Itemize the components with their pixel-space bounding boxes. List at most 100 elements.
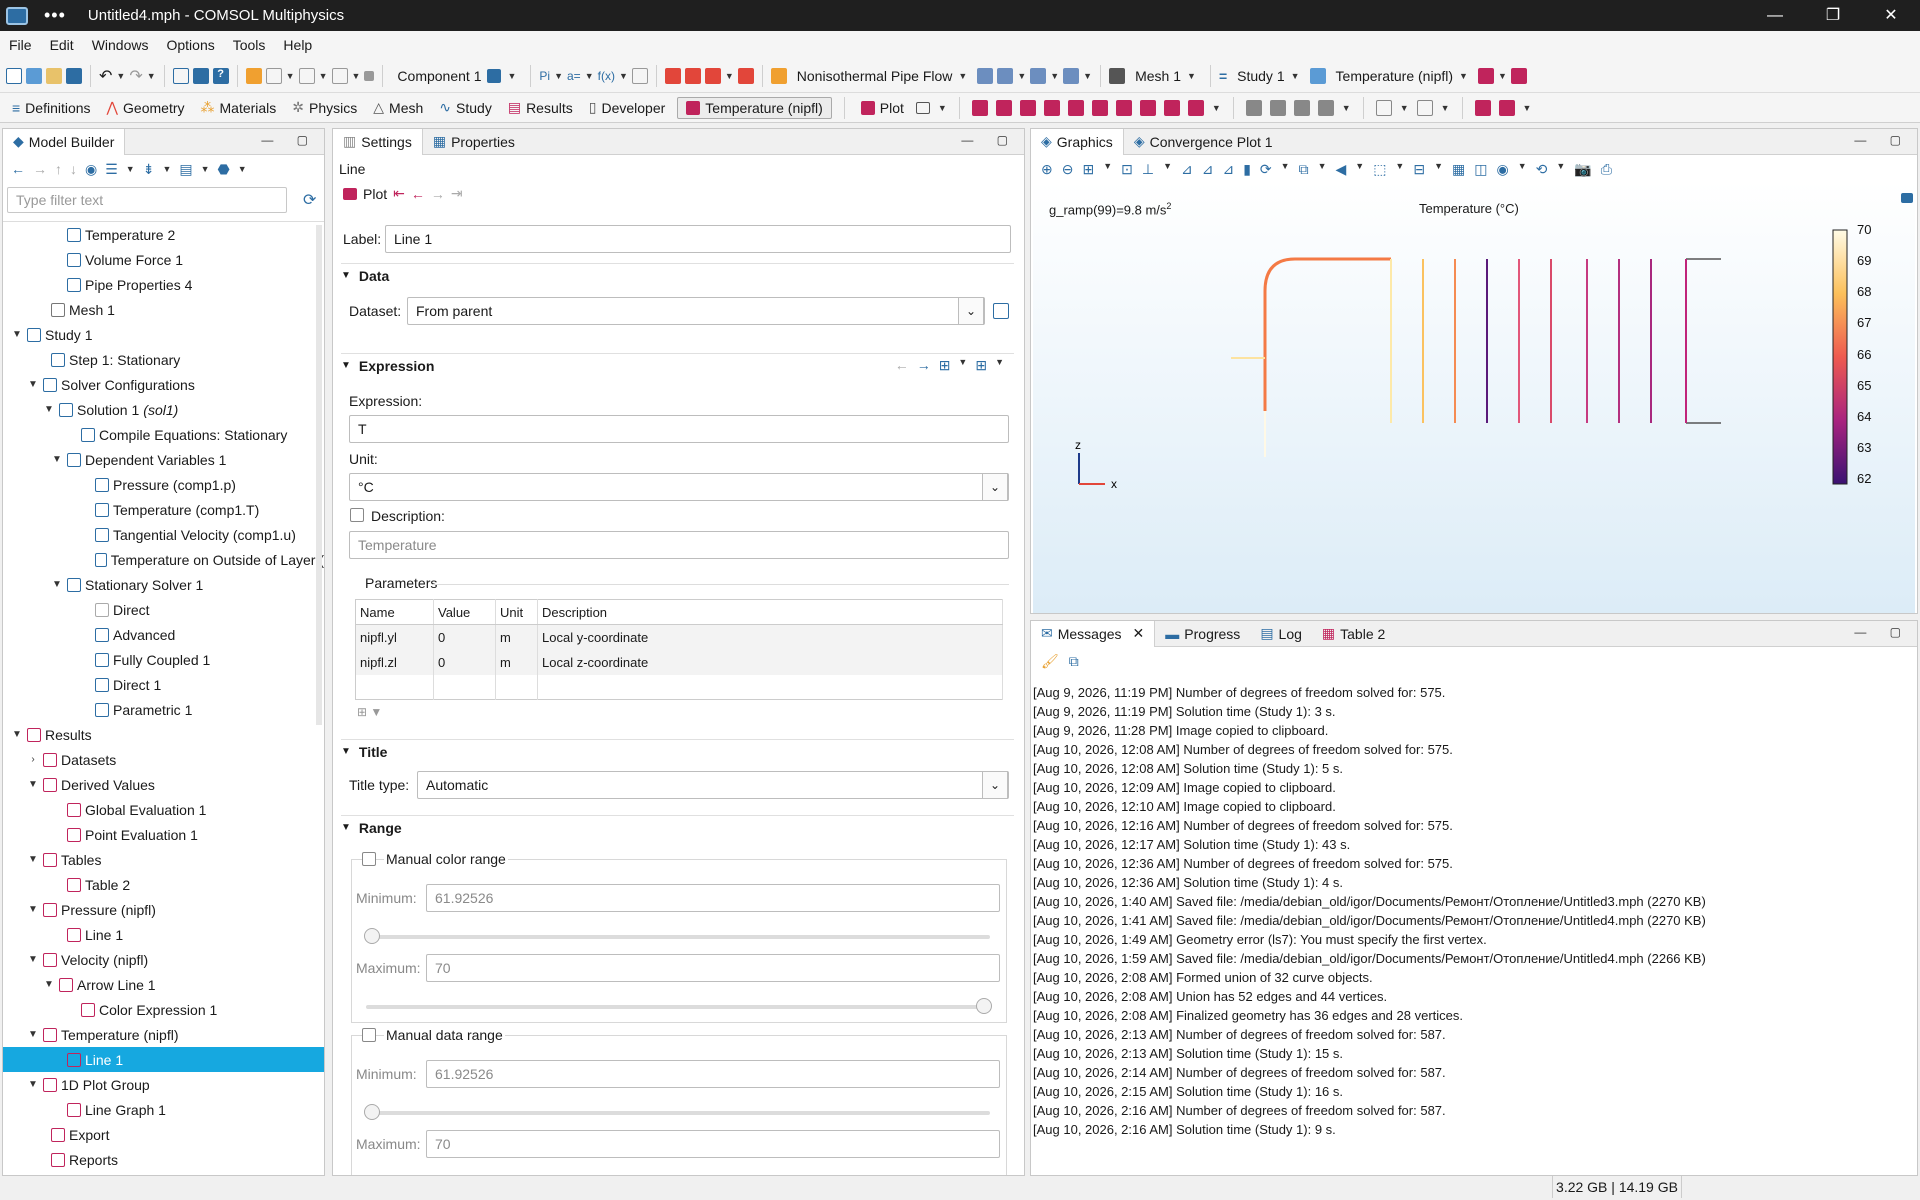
window-icon[interactable] xyxy=(172,67,189,84)
minimize-button[interactable]: — xyxy=(1746,0,1804,31)
redo-icon[interactable]: ↷ xyxy=(129,66,142,86)
mesh-build-icon[interactable] xyxy=(737,67,754,84)
build-all-icon[interactable] xyxy=(664,67,681,84)
rotate-icon[interactable]: ⟳ xyxy=(1260,161,1272,178)
export-image-icon[interactable] xyxy=(1245,99,1262,116)
color-min-field[interactable]: 61.92526 xyxy=(426,884,1000,912)
chevron-down-icon[interactable]: ▼ xyxy=(27,954,39,965)
last-icon[interactable]: ⇥ xyxy=(451,185,463,202)
select-all-icon[interactable]: ⊿ xyxy=(1181,161,1193,178)
graphics-panel-controls[interactable]: — ▢ xyxy=(1854,133,1911,147)
clear-icon[interactable]: 🖌 xyxy=(1041,653,1059,670)
tree-node[interactable]: › Datasets xyxy=(3,747,324,772)
tree-node[interactable]: Temperature 2 xyxy=(3,222,324,247)
chevron-down-icon[interactable]: ▼ xyxy=(51,579,63,590)
plot-link[interactable]: Plot xyxy=(363,186,387,202)
select-icon[interactable] xyxy=(1416,99,1433,116)
first-icon[interactable]: ⇤ xyxy=(393,185,405,202)
tree-node[interactable]: ▼ Dependent Variables 1 xyxy=(3,447,324,472)
scene-light-icon[interactable]: ◉ xyxy=(1496,161,1508,178)
zoom-in-icon[interactable]: ⊕ xyxy=(1041,161,1053,178)
arrow-plot-icon[interactable] xyxy=(1019,99,1036,116)
variables-icon[interactable]: a= xyxy=(567,69,581,83)
tree-node[interactable]: Parametric 1 xyxy=(3,697,324,722)
range-section-header[interactable]: ▼ Range xyxy=(341,815,1014,839)
manual-color-range-checkbox[interactable] xyxy=(362,852,376,866)
tree-node[interactable]: Table 2 xyxy=(3,872,324,897)
select-box-icon[interactable]: ⊿ xyxy=(1222,161,1234,178)
streamline-plot-icon[interactable] xyxy=(1067,99,1084,116)
filter-input[interactable]: Type filter text xyxy=(7,187,287,213)
tab-results[interactable]: ▤ Results xyxy=(504,99,577,116)
compute-icon[interactable]: = xyxy=(1219,68,1227,84)
functions-icon[interactable]: f(x) xyxy=(598,69,615,83)
menu-tools[interactable]: Tools xyxy=(224,37,275,53)
tree-node[interactable]: Direct 1 xyxy=(3,672,324,697)
tree-node[interactable]: Color Expression 1 xyxy=(3,997,324,1022)
physics-edge-icon[interactable] xyxy=(1063,67,1080,84)
menu-file[interactable]: File xyxy=(0,37,41,53)
close-button[interactable]: ✕ xyxy=(1862,0,1920,31)
dataset-select[interactable]: From parent ⌄ xyxy=(407,297,985,325)
chevron-down-icon[interactable]: ▼ xyxy=(27,1029,39,1040)
line-plot-icon[interactable] xyxy=(995,99,1012,116)
refresh-view-icon[interactable]: ⟲ xyxy=(1536,161,1548,178)
description-field[interactable]: Temperature xyxy=(349,531,1009,559)
tree-node[interactable]: Temperature on Outside of Layer ( xyxy=(3,547,324,572)
tools-icon[interactable] xyxy=(1375,99,1392,116)
tab-study[interactable]: ∿ Study xyxy=(435,99,496,116)
tree-scrollbar[interactable] xyxy=(316,225,322,725)
chevron-down-icon[interactable]: ▼ xyxy=(27,904,39,915)
expression-tools[interactable]: ← → ⊞ ▼ ⊞ ▼ xyxy=(895,357,1004,374)
data-max-field[interactable]: 70 xyxy=(426,1130,1000,1158)
physics-domain-icon[interactable] xyxy=(997,67,1014,84)
tree-node[interactable]: Volume Force 1 xyxy=(3,247,324,272)
report-icon[interactable] xyxy=(1510,67,1527,84)
open-folder-icon[interactable] xyxy=(46,67,62,84)
tab-developer[interactable]: ▯ Developer xyxy=(585,99,670,116)
tree-node[interactable]: Step 1: Stationary xyxy=(3,347,324,372)
study-selector[interactable]: Study 1 ▼ xyxy=(1231,68,1305,84)
unit-select[interactable]: °C ⌄ xyxy=(349,473,1009,501)
zoom-box-icon[interactable]: ⊞ xyxy=(1082,161,1094,178)
animation-icon[interactable] xyxy=(1269,99,1286,116)
tab-geometry[interactable]: ⋀ Geometry xyxy=(103,99,189,116)
back-icon[interactable]: ← xyxy=(11,161,25,177)
panel-controls[interactable]: — ▢ xyxy=(261,133,318,147)
table-icon[interactable] xyxy=(1293,99,1310,116)
tab-mesh[interactable]: △ Mesh xyxy=(369,99,427,116)
tree-node[interactable]: ▼ Solver Configurations xyxy=(3,372,324,397)
color-expression-icon[interactable] xyxy=(1187,99,1204,116)
move-up-icon[interactable]: ↑ xyxy=(55,161,62,177)
chevron-down-icon[interactable]: ▼ xyxy=(27,779,39,790)
copy-messages-icon[interactable]: ⧉ xyxy=(1069,653,1079,670)
deformation-icon[interactable] xyxy=(1139,99,1156,116)
tab-settings[interactable]: ▥ Settings xyxy=(333,128,423,155)
tab-messages[interactable]: ✉ Messages ✕ xyxy=(1031,620,1156,647)
chevron-down-icon[interactable]: ▼ xyxy=(27,1079,39,1090)
camera-icon[interactable]: 📷 xyxy=(1574,161,1591,178)
go-to-source-icon[interactable] xyxy=(993,303,1009,319)
data-section-header[interactable]: ▼ Data xyxy=(341,263,1014,287)
physics-settings-icon[interactable] xyxy=(977,67,994,84)
save-icon[interactable] xyxy=(66,67,82,84)
physics-boundary-icon[interactable] xyxy=(1030,67,1047,84)
chevron-down-icon[interactable]: ▼ xyxy=(27,854,39,865)
plot-small-icon[interactable] xyxy=(343,187,357,200)
paste-icon[interactable] xyxy=(298,67,315,84)
layout-icon[interactable] xyxy=(1498,99,1515,116)
tree-node[interactable]: ▼ Velocity (nipfl) xyxy=(3,947,324,972)
table-row[interactable]: nipfl.yl 0 m Local y-coordinate xyxy=(355,624,1003,650)
deselect-icon[interactable]: ⊿ xyxy=(1202,161,1214,178)
help-icon[interactable]: ? xyxy=(212,67,229,84)
book-icon[interactable] xyxy=(192,67,209,84)
parameter-case-icon[interactable] xyxy=(631,67,648,84)
forward-icon[interactable]: → xyxy=(33,161,47,177)
tree-node[interactable]: Line 1 xyxy=(3,1047,324,1072)
tab-graphics[interactable]: ◈ Graphics xyxy=(1031,128,1124,155)
table-tools-icon[interactable]: ⊞ ▼ xyxy=(357,705,382,719)
transparency-icon[interactable]: ◫ xyxy=(1474,161,1487,178)
list-icon[interactable]: ▤ xyxy=(179,161,192,178)
tab-definitions[interactable]: ≡ Definitions xyxy=(8,100,95,116)
surface-plot-icon[interactable] xyxy=(971,99,988,116)
